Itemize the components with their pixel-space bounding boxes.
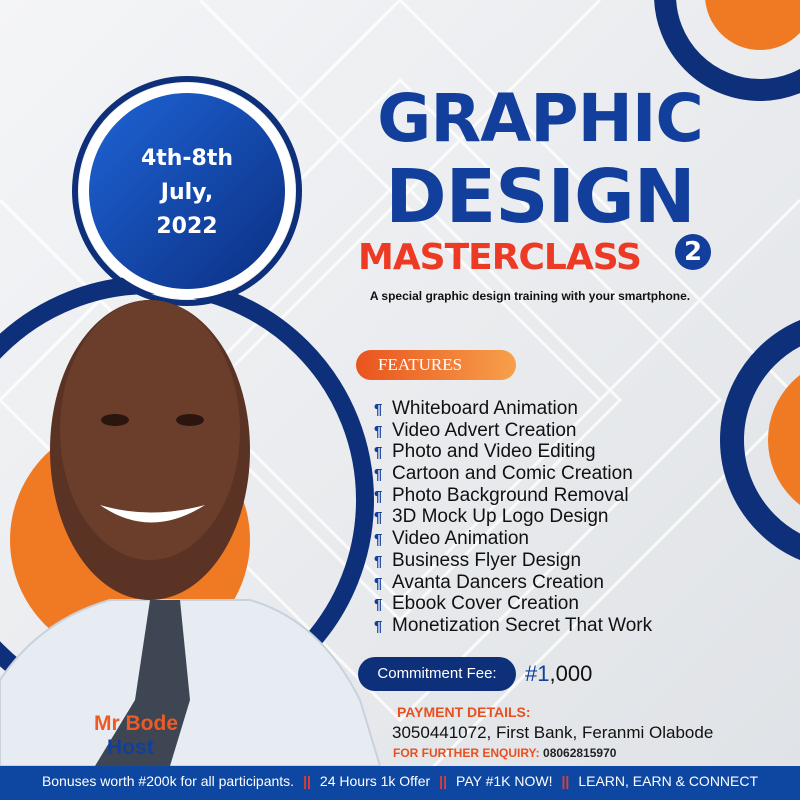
payment-details: 3050441072, First Bank, Feranmi Olabode (392, 723, 714, 742)
bullet-icon: ¶ (374, 552, 383, 570)
features-list: ¶ Whiteboard Animation ¶ Video Advert Crea… (374, 398, 652, 637)
list-item: ¶ Monetization Secret That Work (374, 614, 653, 636)
footer-pay: PAY #1K NOW! (456, 773, 553, 789)
commitment-fee-label: Commitment Fee: (358, 657, 516, 691)
bullet-icon: ¶ (374, 617, 383, 635)
list-item: ¶ Cartoon and Comic Creation (374, 463, 633, 485)
enquiry-line: FOR FURTHER ENQUIRY: 08062815970 (393, 746, 616, 760)
footer-bonus: Bonuses worth #200k for all participants… (41, 773, 295, 789)
footer-slogan: LEARN, EARN & CONNECT (578, 773, 759, 789)
list-item: ¶ Video Animation (374, 528, 529, 550)
bullet-icon: ¶ (374, 466, 383, 484)
features-heading: FEATURES (356, 350, 516, 380)
enquiry-number: 08062815970 (543, 746, 617, 760)
commitment-fee-value: #1,000 (525, 660, 592, 688)
bullet-icon: ¶ (374, 596, 383, 614)
footer-separator: || (303, 773, 311, 789)
enquiry-label: FOR FURTHER ENQUIRY: (393, 746, 540, 760)
bullet-icon: ¶ (374, 422, 383, 440)
list-item: ¶ Photo and Video Editing (374, 441, 596, 463)
bullet-icon: ¶ (374, 487, 383, 505)
list-item: ¶ 3D Mock Up Logo Design (374, 506, 609, 528)
list-item: ¶ Whiteboard Animation (374, 398, 578, 419)
host-name: Mr Bode (94, 712, 178, 735)
fee-amount: ,000 (549, 661, 593, 686)
title-graphic: GRAPHIC (377, 80, 704, 157)
event-date-line1: 4th-8th (140, 146, 234, 171)
payment-heading: PAYMENT DETAILS: (397, 704, 531, 720)
title-masterclass: MASTERCLASS (358, 237, 642, 278)
fee-hash: #1 (525, 661, 550, 686)
footer-banner: Bonuses worth #200k for all participants… (0, 766, 800, 800)
list-item: ¶ Business Flyer Design (374, 549, 582, 571)
footer-separator: || (439, 773, 448, 789)
footer-separator: || (561, 773, 570, 789)
title-design: DESIGN (385, 154, 695, 240)
footer-offer: 24 Hours 1k Offer (319, 773, 431, 789)
list-item: ¶ Photo Background Removal (374, 484, 629, 506)
subtitle: A special graphic design training with y… (369, 289, 691, 303)
bullet-icon: ¶ (374, 401, 383, 418)
bullet-icon: ¶ (374, 444, 383, 462)
list-item: ¶ Avanta Dancers Creation (374, 571, 604, 593)
edition-badge: 2 (675, 234, 711, 270)
bullet-icon: ¶ (374, 509, 383, 527)
event-date: 4th-8th July, 2022 (112, 142, 262, 244)
bullet-icon: ¶ (374, 574, 383, 592)
list-item: ¶ Video Advert Creation (374, 419, 577, 441)
event-date-line2: July, (160, 180, 214, 205)
host-role: Host (107, 736, 154, 759)
bullet-icon: ¶ (374, 531, 383, 549)
event-date-line3: 2022 (156, 214, 218, 239)
list-item: ¶ Ebook Cover Creation (374, 593, 579, 615)
